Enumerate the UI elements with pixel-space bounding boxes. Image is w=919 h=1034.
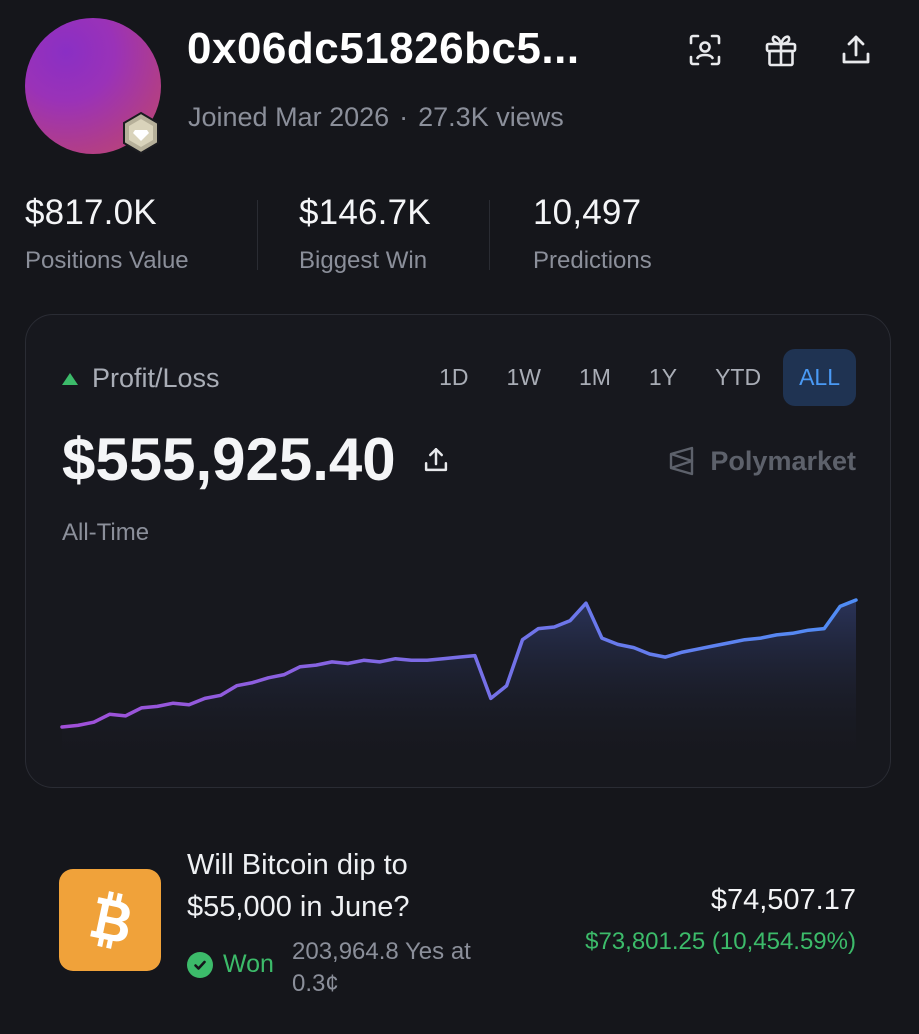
stat-biggest-win: $146.7K Biggest Win: [299, 193, 431, 275]
stat-divider: [489, 200, 490, 270]
range-all[interactable]: ALL: [783, 349, 856, 406]
bitcoin-icon: [90, 891, 130, 949]
stat-value: $817.0K: [25, 193, 157, 232]
stat-value: 10,497: [533, 193, 642, 232]
pnl-period: All-Time: [62, 519, 150, 546]
stat-label: Predictions: [533, 247, 652, 274]
badge-icon: [123, 111, 159, 155]
scan-profile-button[interactable]: [685, 30, 725, 70]
scan-face-icon: [689, 34, 721, 66]
pnl-amount: $555,925.40: [62, 426, 396, 493]
position-value: $74,507.17: [710, 884, 856, 916]
stat-divider: [257, 200, 258, 270]
username: 0x06dc51826bc5...: [187, 24, 580, 73]
polymarket-brand: Polymarket: [666, 445, 856, 477]
trend-up-icon: [62, 372, 78, 385]
stat-label: Biggest Win: [299, 247, 428, 274]
market-icon[interactable]: [59, 869, 161, 971]
profit-loss-label: Profit/Loss: [62, 363, 220, 394]
joined-date: Joined Mar 2026: [188, 102, 390, 132]
position-status: Won: [187, 950, 274, 979]
pnl-area: [62, 600, 856, 767]
stat-positions-value: $817.0K Positions Value: [25, 193, 189, 275]
share-profile-button[interactable]: [836, 30, 876, 70]
gift-icon: [765, 35, 797, 67]
share-icon: [842, 35, 870, 64]
share-pnl-icon[interactable]: [422, 446, 450, 474]
profile-meta: Joined Mar 2026 · 27.3K views: [188, 102, 564, 133]
stat-value: $146.7K: [299, 193, 431, 232]
range-1y[interactable]: 1Y: [633, 349, 693, 406]
range-selector: 1D 1W 1M 1Y YTD ALL: [423, 349, 856, 406]
position-shares: 203,964.8 Yes at 0.3¢: [292, 938, 471, 997]
profit-loss-card: Profit/Loss 1D 1W 1M 1Y YTD ALL $555,925…: [25, 314, 891, 788]
meta-separator: ·: [399, 102, 409, 132]
range-1w[interactable]: 1W: [490, 349, 557, 406]
range-1m[interactable]: 1M: [563, 349, 627, 406]
profit-loss-title: Profit/Loss: [92, 363, 220, 393]
status-label: Won: [223, 950, 274, 978]
range-1d[interactable]: 1D: [423, 349, 484, 406]
check-circle-icon: [187, 951, 213, 978]
market-question[interactable]: Will Bitcoin dip to $55,000 in June?: [187, 844, 487, 928]
position-pnl: $73,801.25 (10,454.59%): [585, 928, 856, 955]
gift-button[interactable]: [761, 30, 801, 70]
pnl-amount-row: $555,925.40: [62, 425, 450, 494]
stat-predictions: 10,497 Predictions: [533, 193, 652, 275]
range-ytd[interactable]: YTD: [699, 349, 777, 406]
stat-label: Positions Value: [25, 247, 189, 274]
polymarket-logo-icon: [670, 446, 694, 476]
brand-name: Polymarket: [710, 445, 856, 476]
view-count: 27.3K views: [418, 102, 564, 132]
